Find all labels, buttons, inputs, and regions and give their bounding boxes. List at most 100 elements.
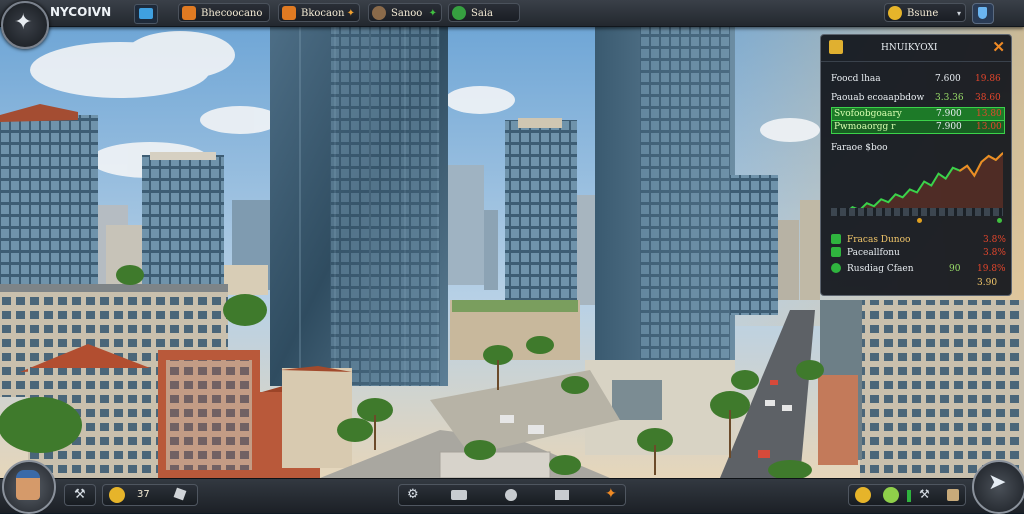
resource-3-label: Sanoo <box>391 8 423 19</box>
panel-header: HNUIKYOXI ✕ <box>821 35 1011 62</box>
chevron-down-icon: ▾ <box>956 9 961 18</box>
crate-icon <box>182 6 196 20</box>
growth-icon: ✦ <box>428 8 437 19</box>
timeline-marker-icon <box>997 218 1002 223</box>
bulldozer-icon[interactable] <box>451 490 467 500</box>
row-change: 13.80 <box>976 109 1002 119</box>
cube-icon <box>173 487 187 501</box>
market-row-highlighted[interactable]: Svofoobgoaary 7.900 13.80 <box>831 107 1005 121</box>
resource-1[interactable]: Bhecoocano <box>178 3 270 22</box>
chart-point <box>980 161 983 163</box>
quick-actions: ⚒ <box>848 484 966 506</box>
panel-total: 3.90 <box>977 278 998 288</box>
chart-point <box>894 193 897 196</box>
resource-2-label: Bkocaon <box>301 8 345 19</box>
globe-icon <box>831 263 841 273</box>
row-change: 19.86 <box>975 74 1001 84</box>
chart-point <box>880 198 882 201</box>
task-delta: 3.8% <box>983 235 1006 245</box>
coin-counter[interactable]: 37 <box>102 484 198 506</box>
chart-point <box>923 180 925 183</box>
game-brand: NYCOIVN <box>50 5 112 19</box>
chart-point <box>887 201 890 204</box>
row-change: 13.00 <box>976 122 1002 132</box>
gold-coin-icon <box>109 487 125 503</box>
task-delta: 19.8% <box>977 264 1006 274</box>
resource-4[interactable]: Saia <box>448 3 520 22</box>
resource-3[interactable]: Sanoo ✦ <box>368 3 442 22</box>
market-row[interactable]: Paouab ecoaapbdow 3.3.36 38.60 <box>831 92 1003 104</box>
task-label: Rusdiag Cfaen <box>847 264 914 274</box>
chart-point <box>873 205 875 207</box>
resource-1-label: Bhecoocano <box>201 8 263 19</box>
coin-count: 37 <box>137 489 150 500</box>
chart-point <box>930 184 933 187</box>
market-row-highlighted[interactable]: Pwmoaorgg r 7.900 13.00 <box>831 120 1005 134</box>
task-row[interactable]: Fracas Dunoo 3.8% <box>831 234 1006 246</box>
row-label: Svofoobgoaary <box>834 109 902 119</box>
player-profile[interactable]: Bsune ▾ <box>884 3 966 22</box>
check-icon <box>831 247 841 257</box>
gear-icon[interactable]: ⚙ <box>407 487 419 502</box>
stats-icon[interactable] <box>947 489 959 501</box>
chart-point <box>987 155 990 157</box>
chart-point <box>916 191 918 194</box>
price-chart <box>831 152 1003 216</box>
timeline-marker-icon <box>917 218 922 223</box>
compass-button[interactable]: ➤ <box>972 460 1024 514</box>
runner-icon[interactable]: ✦ <box>605 486 617 502</box>
top-hud-bar: NYCOIVN Bhecoocano Bkocaon ✦ Sanoo ✦ Sai… <box>0 0 1024 27</box>
row-value: 7.900 <box>936 122 962 132</box>
row-label: Pwmoaorgg r <box>834 122 896 132</box>
chart-point <box>973 174 976 177</box>
chart-timeline <box>831 208 1003 216</box>
check-icon <box>831 234 841 244</box>
gold-coin-icon[interactable] <box>855 487 871 503</box>
row-change: 38.60 <box>975 93 1001 103</box>
row-label: Paouab ecoaapbdow <box>831 93 925 103</box>
chart-point <box>966 164 968 167</box>
row-value: 7.600 <box>935 74 961 84</box>
globe-icon <box>452 6 466 20</box>
wrench-icon: ⚒ <box>74 487 86 502</box>
chart-point <box>952 166 954 169</box>
resource-4-label: Saia <box>471 8 493 19</box>
arrow-up-icon: ✦ <box>346 8 355 19</box>
chart-point <box>995 159 997 161</box>
task-label: Fracas Dunoo <box>847 235 911 245</box>
task-delta: 3.8% <box>983 248 1006 258</box>
resource-2[interactable]: Bkocaon ✦ <box>278 3 360 22</box>
task-value: 90 <box>949 264 961 274</box>
globe-tool-icon[interactable] <box>505 489 517 501</box>
menu-button[interactable] <box>134 4 158 24</box>
task-row[interactable]: Rusdiag Cfaen 90 19.8% <box>831 263 1006 275</box>
briefcase-icon <box>829 40 843 54</box>
road-icon[interactable] <box>555 490 569 500</box>
coin-stack-icon <box>372 6 386 20</box>
chart-point <box>901 196 904 199</box>
tools-button[interactable]: ⚒ <box>64 484 96 506</box>
window-icon <box>139 8 153 19</box>
chart-point <box>944 177 947 180</box>
settings-button[interactable] <box>972 3 994 24</box>
chart-point <box>937 172 940 175</box>
chart-point <box>866 202 868 204</box>
market-panel: HNUIKYOXI ✕ Foocd lhaa 7.600 19.86 Paoua… <box>820 34 1012 296</box>
green-slider-icon[interactable] <box>907 490 911 502</box>
player-name: Bsune <box>907 8 939 19</box>
chart-point <box>959 169 961 172</box>
star-logo-icon: ✦ <box>14 10 33 35</box>
box-icon <box>282 6 296 20</box>
close-icon[interactable]: ✕ <box>992 38 1005 56</box>
row-label: Foocd lhaa <box>831 74 881 84</box>
tools-icon[interactable]: ⚒ <box>919 487 930 501</box>
panel-title: HNUIKYOXI <box>881 43 938 53</box>
market-row[interactable]: Foocd lhaa 7.600 19.86 <box>831 73 1003 85</box>
row-value: 3.3.36 <box>935 93 964 103</box>
build-toolbar: ⚙ ✦ <box>398 484 626 506</box>
avatar[interactable] <box>2 460 56 514</box>
chart-point <box>909 188 911 191</box>
task-row[interactable]: Paceallfonu 3.8% <box>831 247 1006 259</box>
green-orb-icon[interactable] <box>883 487 899 503</box>
logo-badge[interactable]: ✦ <box>1 1 49 49</box>
